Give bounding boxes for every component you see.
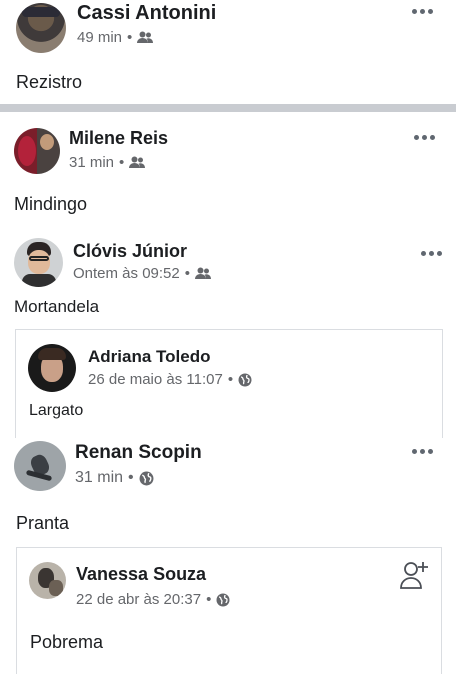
post-time[interactable]: 22 de abr às 20:37: [76, 591, 201, 608]
post-text: Pranta: [16, 513, 70, 533]
post-time[interactable]: 31 min: [69, 154, 114, 171]
friends-icon: [137, 31, 154, 43]
post-meta: 31 min •: [69, 154, 146, 171]
post-text: Largato: [29, 402, 84, 419]
more-options-button[interactable]: [412, 449, 433, 454]
divider: [0, 104, 456, 112]
shared-post-card[interactable]: Vanessa Souza 22 de abr às 20:37 • Pobre…: [16, 547, 442, 674]
avatar[interactable]: [16, 3, 66, 53]
post-meta: 22 de abr às 20:37 •: [76, 591, 230, 608]
post-time[interactable]: 31 min: [75, 469, 123, 487]
avatar[interactable]: [14, 238, 63, 287]
post-meta: 49 min •: [77, 29, 154, 46]
friends-icon: [195, 267, 211, 279]
friends-icon: [129, 156, 146, 168]
globe-icon: [238, 373, 252, 386]
add-friend-icon[interactable]: [399, 558, 431, 590]
avatar[interactable]: [14, 128, 60, 174]
author-name[interactable]: Vanessa Souza: [76, 564, 206, 585]
more-options-button[interactable]: [412, 9, 433, 14]
more-options-button[interactable]: [421, 251, 442, 256]
more-options-button[interactable]: [414, 135, 435, 140]
avatar[interactable]: [29, 562, 66, 599]
author-name[interactable]: Cassi Antonini: [77, 2, 216, 25]
post-time[interactable]: 26 de maio às 11:07: [88, 371, 223, 388]
shared-post-card[interactable]: Adriana Toledo 26 de maio às 11:07 • Lar…: [15, 329, 443, 438]
post-meta: 31 min •: [75, 469, 154, 487]
post-meta: Ontem às 09:52 •: [73, 265, 211, 282]
globe-icon: [139, 471, 154, 485]
globe-icon: [216, 593, 230, 606]
post-text: Pobrema: [30, 632, 104, 652]
post-text: Mindingo: [14, 194, 88, 214]
avatar[interactable]: [14, 441, 66, 491]
author-name[interactable]: Renan Scopin: [75, 442, 202, 464]
post-time[interactable]: Ontem às 09:52: [73, 265, 180, 282]
author-name[interactable]: Milene Reis: [69, 128, 168, 149]
author-name[interactable]: Clóvis Júnior: [73, 241, 187, 262]
post-time[interactable]: 49 min: [77, 29, 122, 46]
avatar[interactable]: [28, 344, 76, 392]
post-meta: 26 de maio às 11:07 •: [88, 371, 252, 388]
post-text: Rezistro: [16, 72, 83, 92]
post-text: Mortandela: [14, 297, 100, 316]
author-name[interactable]: Adriana Toledo: [88, 347, 210, 367]
